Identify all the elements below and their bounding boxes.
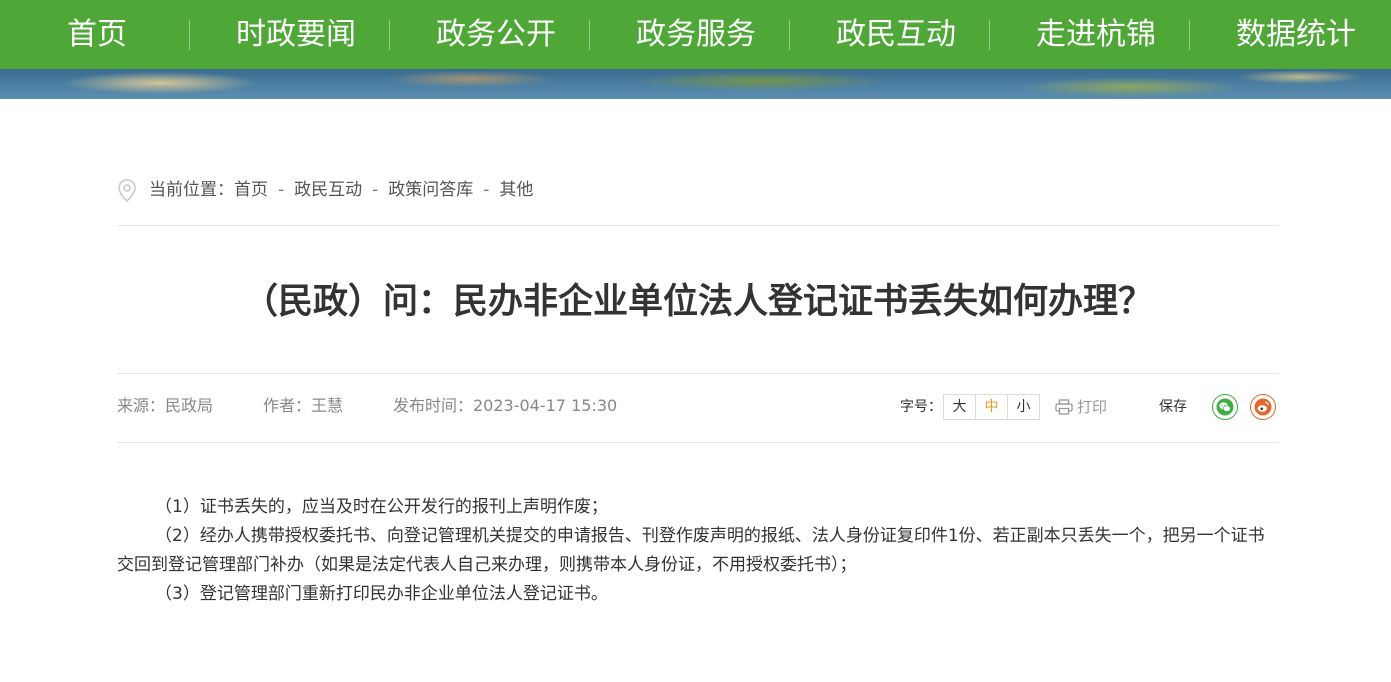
font-size-medium-button[interactable]: 中 <box>976 395 1008 419</box>
location-pin-icon <box>118 179 136 203</box>
article-source: 来源：民政局 <box>117 396 214 415</box>
wechat-icon <box>1216 398 1234 416</box>
nav-separator <box>389 20 390 50</box>
font-size-large-button[interactable]: 大 <box>944 395 976 419</box>
article-paragraph: （3）登记管理部门重新打印民办非企业单位法人登记证书。 <box>155 584 608 604</box>
article-body: （1）证书丢失的，应当及时在公开发行的报刊上声明作废； （2）经办人携带授权委托… <box>117 493 1279 609</box>
article-paragraph: （1）证书丢失的，应当及时在公开发行的报刊上声明作废； <box>155 497 608 517</box>
nav-separator <box>189 20 190 50</box>
article-toolbar: 字号： 大 中 小 打印 保存 <box>889 392 1279 422</box>
nav-item-about[interactable]: 走进杭锦 <box>1036 0 1156 69</box>
nav-separator <box>1189 20 1190 50</box>
breadcrumb-separator: - <box>372 180 379 200</box>
font-size-selector: 大 中 小 <box>943 394 1040 420</box>
printer-icon <box>1055 399 1073 415</box>
share-wechat-button[interactable] <box>1212 394 1238 420</box>
nav-separator <box>789 20 790 50</box>
share-weibo-button[interactable] <box>1250 394 1276 420</box>
nav-item-statistics[interactable]: 数据统计 <box>1236 0 1356 69</box>
breadcrumb-other[interactable]: 其他 <box>499 180 533 200</box>
breadcrumb-policy-qa[interactable]: 政策问答库 <box>388 180 473 200</box>
print-label: 打印 <box>1077 398 1108 416</box>
nav-separator <box>989 20 990 50</box>
save-button[interactable]: 保存 <box>1159 392 1187 422</box>
nav-item-gov-affairs[interactable]: 政务公开 <box>436 0 556 69</box>
nav-item-interaction[interactable]: 政民互动 <box>836 0 956 69</box>
breadcrumb-home[interactable]: 首页 <box>234 180 268 200</box>
header-banner-image <box>0 69 1391 99</box>
divider <box>117 442 1279 443</box>
top-navigation: 首页 时政要闻 政务公开 政务服务 政民互动 走进杭锦 数据统计 <box>0 0 1391 69</box>
nav-item-news[interactable]: 时政要闻 <box>236 0 356 69</box>
font-size-label: 字号： <box>900 399 942 415</box>
print-button[interactable]: 打印 <box>1055 392 1107 422</box>
article-publish-time: 发布时间：2023-04-17 15:30 <box>393 396 618 415</box>
article-title: （民政）问：民办非企业单位法人登记证书丢失如何办理？ <box>242 282 1153 322</box>
breadcrumb-separator: - <box>278 180 285 200</box>
article-paragraph: （2）经办人携带授权委托书、向登记管理机关提交的申请报告、刊登作废声明的报纸、法… <box>117 526 1265 575</box>
breadcrumb-prefix: 当前位置： <box>149 180 234 200</box>
nav-item-home[interactable]: 首页 <box>67 0 127 69</box>
article-author: 作者：王慧 <box>263 396 344 415</box>
divider <box>117 225 1279 226</box>
divider <box>117 373 1279 374</box>
nav-separator <box>589 20 590 50</box>
weibo-icon <box>1254 398 1272 416</box>
breadcrumb-separator: - <box>483 180 490 200</box>
nav-item-gov-services[interactable]: 政务服务 <box>636 0 756 69</box>
font-size-small-button[interactable]: 小 <box>1008 395 1039 419</box>
breadcrumb-interaction[interactable]: 政民互动 <box>294 180 362 200</box>
